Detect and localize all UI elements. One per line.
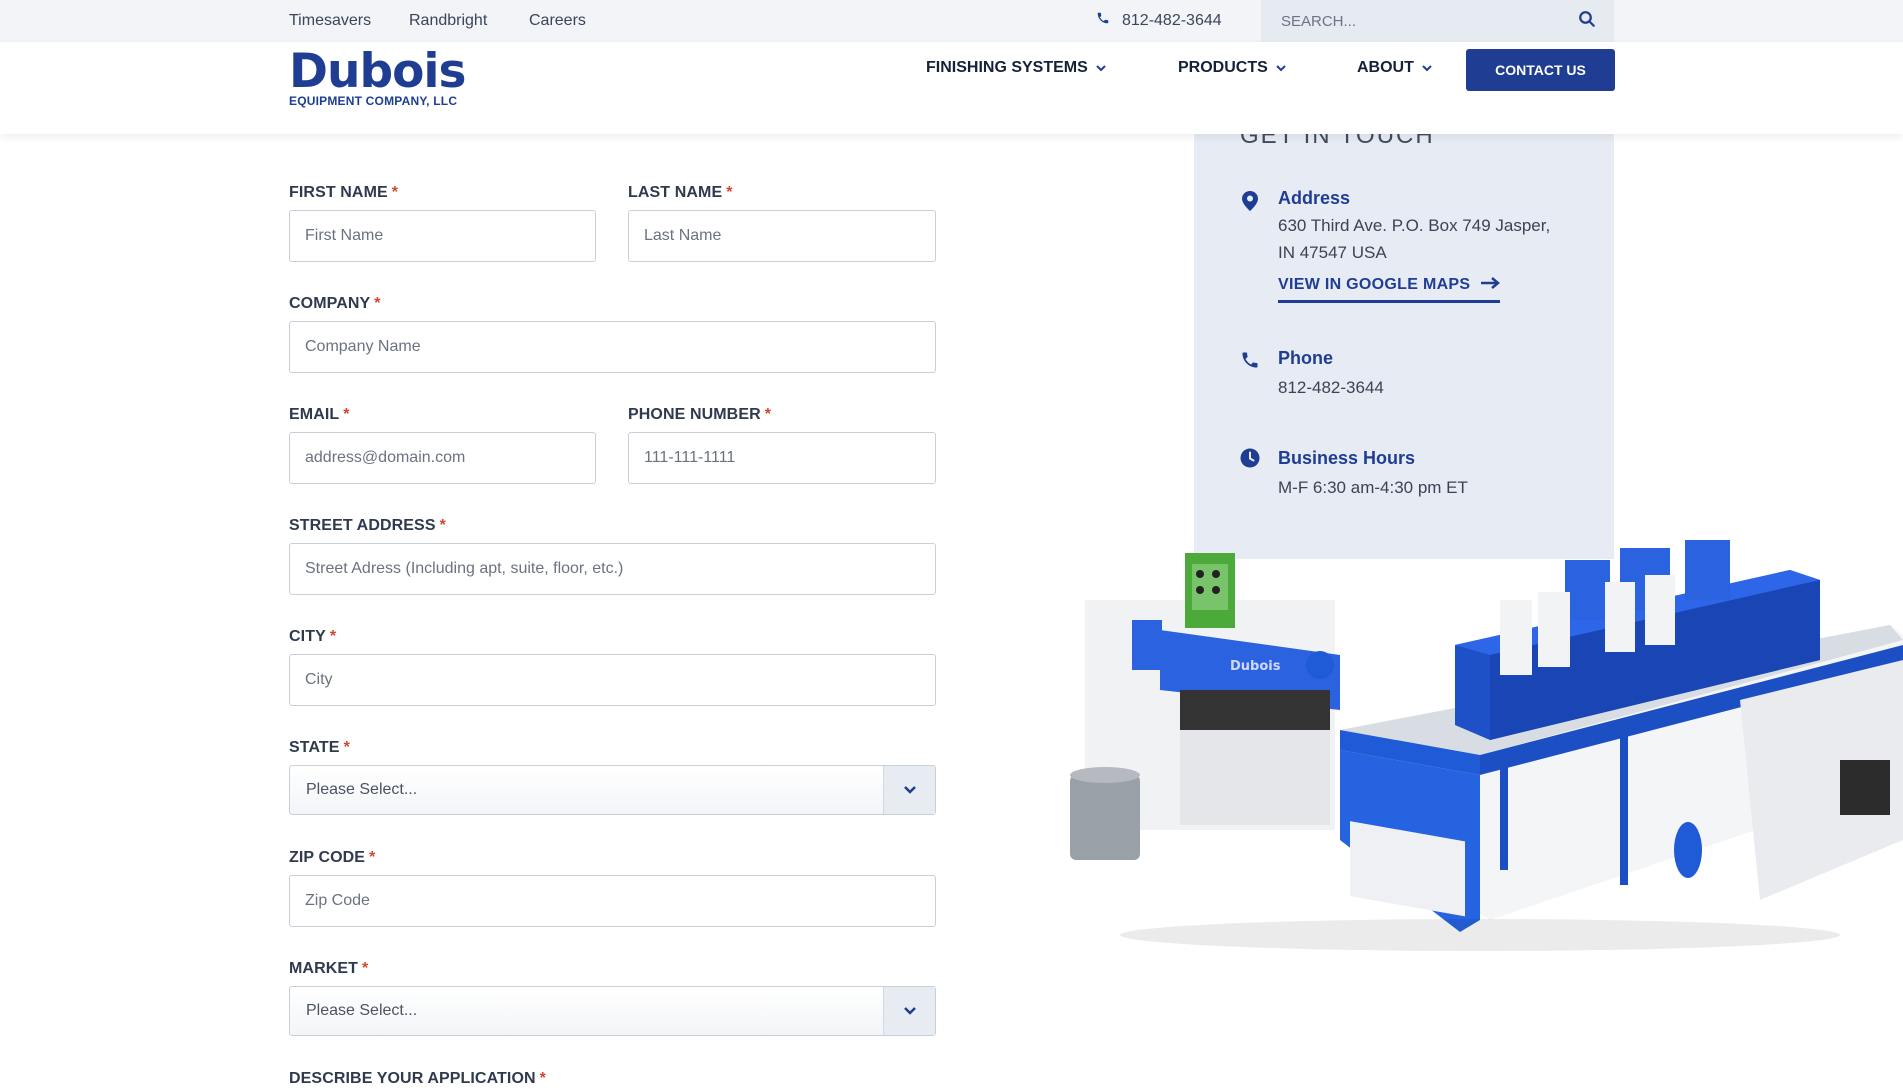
nav-finishing-systems-label: FINISHING SYSTEMS: [926, 59, 1088, 76]
nav-products-label: PRODUCTS: [1178, 59, 1268, 76]
phone-title: Phone: [1278, 348, 1334, 368]
address-title: Address: [1278, 188, 1351, 208]
utility-bar: Timesavers Randbright Careers 812-482-36…: [0, 0, 1903, 42]
market-select-value: Please Select...: [306, 1002, 418, 1019]
application-label: DESCRIBE YOUR APPLICATION *: [289, 1070, 546, 1087]
utility-link-timesavers[interactable]: Timesavers: [289, 12, 371, 30]
phone-icon: [1096, 11, 1110, 30]
phone-value[interactable]: 812-482-3644: [1278, 374, 1384, 401]
chevron-down-icon: [1276, 59, 1286, 77]
arrow-right-icon: [1480, 276, 1501, 294]
phone-number-field[interactable]: [628, 432, 936, 484]
main-header: Dubois EQUIPMENT COMPANY, LLC FINISHING …: [0, 42, 1903, 134]
last-name-label: LAST NAME *: [628, 184, 733, 201]
market-label: MARKET *: [289, 960, 369, 977]
machine-brand-label: Dubois: [1230, 659, 1281, 674]
nav-about[interactable]: ABOUT: [1357, 59, 1432, 77]
page: Timesavers Randbright Careers 812-482-36…: [0, 0, 1903, 1089]
company-label: COMPANY *: [289, 295, 381, 312]
search-input[interactable]: [1281, 12, 1531, 30]
business-hours-value: M-F 6:30 am-4:30 pm ET: [1278, 478, 1468, 497]
utility-link-careers[interactable]: Careers: [529, 12, 586, 30]
nav-about-label: ABOUT: [1357, 59, 1414, 76]
state-select[interactable]: Please Select...: [289, 765, 936, 815]
logo-subtitle: EQUIPMENT COMPANY, LLC: [289, 94, 458, 108]
state-select-value: Please Select...: [306, 781, 418, 798]
state-label: STATE *: [289, 739, 350, 756]
utility-phone-number: 812-482-3644: [1122, 11, 1222, 29]
search-icon[interactable]: [1578, 10, 1596, 33]
city-label: CITY *: [289, 628, 337, 645]
nav-finishing-systems[interactable]: FINISHING SYSTEMS: [926, 59, 1106, 77]
chevron-down-icon[interactable]: [883, 766, 935, 814]
utility-link-randbright[interactable]: Randbright: [409, 12, 487, 30]
google-maps-link[interactable]: VIEW IN GOOGLE MAPS: [1278, 276, 1501, 303]
street-address-field[interactable]: [289, 543, 936, 595]
map-pin-icon: [1241, 190, 1259, 217]
utility-phone[interactable]: 812-482-3644: [1096, 11, 1222, 30]
market-select[interactable]: Please Select...: [289, 986, 936, 1036]
street-address-label: STREET ADDRESS *: [289, 517, 446, 534]
phone-icon: [1240, 350, 1260, 375]
last-name-field[interactable]: [628, 210, 936, 262]
address-line-1: 630 Third Ave. P.O. Box 749 Jasper,: [1278, 216, 1551, 235]
email-field[interactable]: [289, 432, 596, 484]
finishing-machine-image: Dubois: [1070, 540, 1903, 951]
nav-products[interactable]: PRODUCTS: [1178, 59, 1286, 77]
logo-wordmark: Dubois: [289, 44, 466, 99]
clock-icon: [1240, 448, 1260, 473]
city-field[interactable]: [289, 654, 936, 706]
search-box: [1261, 0, 1614, 42]
chevron-down-icon: [1422, 59, 1432, 77]
zip-code-field[interactable]: [289, 875, 936, 927]
first-name-label: FIRST NAME *: [289, 184, 399, 201]
company-field[interactable]: [289, 321, 936, 373]
phone-number-label: PHONE NUMBER *: [628, 406, 772, 423]
google-maps-link-label: VIEW IN GOOGLE MAPS: [1278, 276, 1471, 293]
dubois-logo[interactable]: Dubois EQUIPMENT COMPANY, LLC: [289, 44, 466, 109]
chevron-down-icon: [1096, 59, 1106, 77]
zip-code-label: ZIP CODE *: [289, 849, 376, 866]
email-label: EMAIL *: [289, 406, 350, 423]
chevron-down-icon[interactable]: [883, 987, 935, 1035]
address-line-2: IN 47547 USA: [1278, 243, 1387, 262]
first-name-field[interactable]: [289, 210, 596, 262]
contact-us-button[interactable]: CONTACT US: [1466, 49, 1615, 91]
business-hours-title: Business Hours: [1278, 448, 1416, 468]
